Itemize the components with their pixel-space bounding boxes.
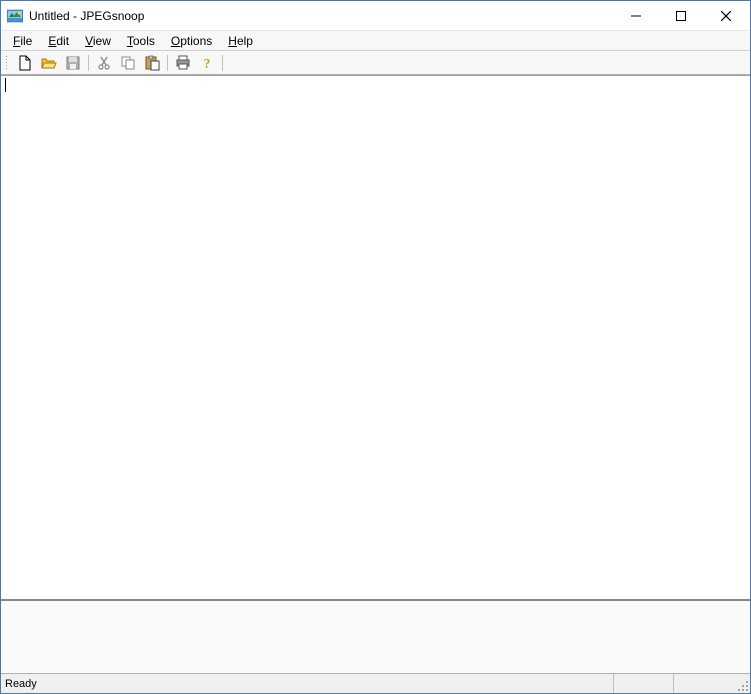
help-button[interactable]: ? (196, 53, 218, 73)
new-button[interactable] (14, 53, 36, 73)
menubar: File Edit View Tools Options Help (1, 31, 750, 51)
toolbar-separator (222, 55, 223, 71)
content-wrapper (1, 75, 750, 673)
menu-help[interactable]: Help (220, 32, 261, 50)
save-button[interactable] (62, 53, 84, 73)
print-button[interactable] (172, 53, 194, 73)
open-button[interactable] (38, 53, 60, 73)
toolbar-separator (167, 55, 168, 71)
menu-file[interactable]: File (5, 32, 40, 50)
output-text-area[interactable] (1, 76, 750, 599)
menu-tools[interactable]: Tools (119, 32, 163, 50)
toolbar: ? (1, 51, 750, 75)
toolbar-grip[interactable] (5, 55, 8, 71)
svg-text:?: ? (204, 57, 211, 71)
titlebar: Untitled - JPEGsnoop (1, 1, 750, 31)
paste-button[interactable] (141, 53, 163, 73)
status-text: Ready (1, 678, 613, 690)
statusbar: Ready (1, 673, 750, 693)
maximize-button[interactable] (658, 2, 703, 30)
text-cursor (5, 78, 6, 92)
close-button[interactable] (703, 2, 748, 30)
copy-button[interactable] (117, 53, 139, 73)
menu-view[interactable]: View (77, 32, 119, 50)
status-cell (673, 674, 733, 693)
lower-panel[interactable] (1, 599, 750, 673)
window-title: Untitled - JPEGsnoop (29, 9, 613, 23)
menu-options[interactable]: Options (163, 32, 220, 50)
resize-grip-icon[interactable] (733, 676, 749, 692)
status-cell (613, 674, 673, 693)
minimize-button[interactable] (613, 2, 658, 30)
app-icon (7, 8, 23, 24)
toolbar-separator (88, 55, 89, 71)
menu-edit[interactable]: Edit (40, 32, 77, 50)
cut-button[interactable] (93, 53, 115, 73)
window-controls (613, 2, 748, 30)
